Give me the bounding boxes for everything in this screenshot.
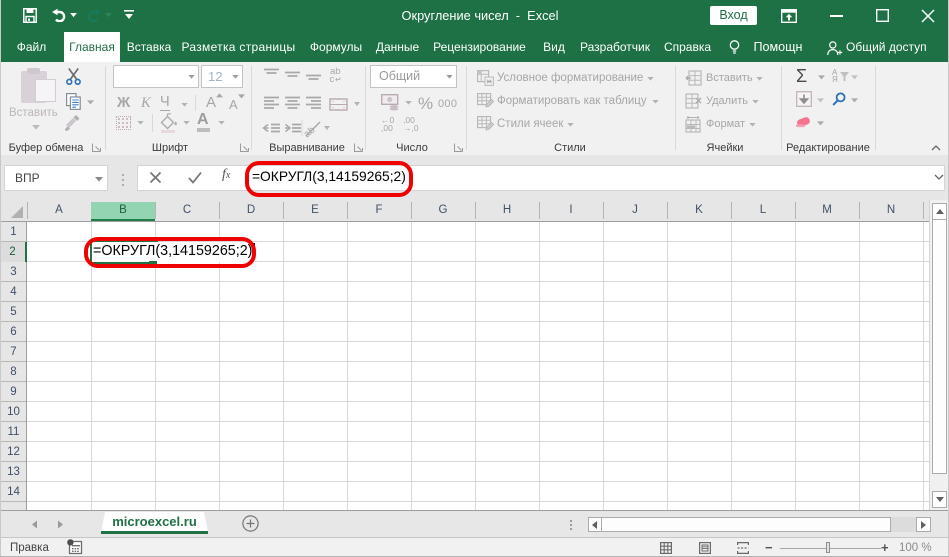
svg-text:c: c: [330, 74, 335, 85]
svg-text:↵: ↵: [335, 75, 342, 84]
